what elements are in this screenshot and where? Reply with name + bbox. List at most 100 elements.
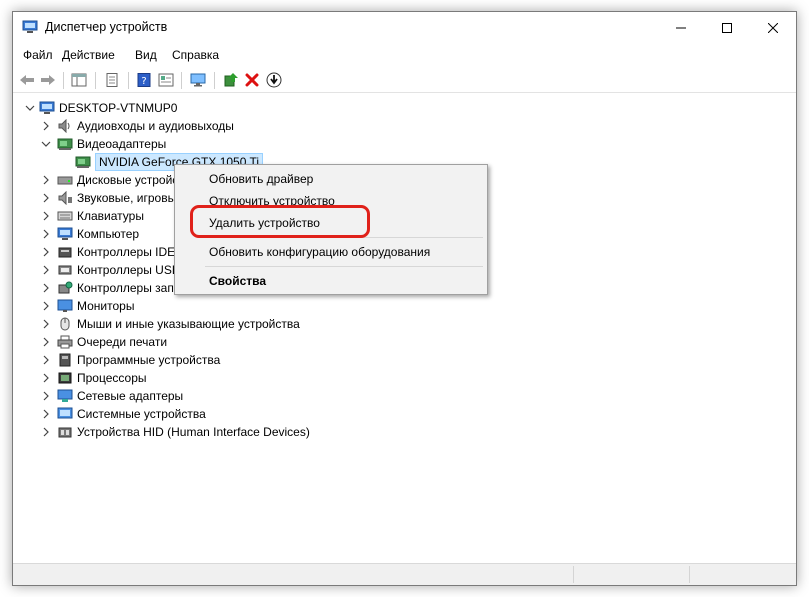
close-button[interactable] <box>750 12 796 44</box>
toolbar-separator <box>128 72 129 89</box>
printer-icon <box>57 335 73 349</box>
tree-category-item[interactable]: Клавиатуры <box>57 207 144 225</box>
show-hide-tree-button[interactable] <box>69 70 89 90</box>
menu-bar: Файл Действие Вид Справка <box>13 45 796 65</box>
download-circle-icon <box>266 72 282 88</box>
update-driver-icon <box>224 73 238 87</box>
chevron-down-icon[interactable] <box>41 139 51 149</box>
disk-drive-icon <box>57 176 73 185</box>
chevron-down-icon[interactable] <box>25 103 35 113</box>
display-adapter-icon <box>75 156 91 168</box>
minimize-button[interactable] <box>658 12 704 44</box>
tree-item-label: Аудиовходы и аудиовыходы <box>77 119 234 133</box>
toolbar-separator <box>214 72 215 89</box>
mouse-icon <box>60 317 70 331</box>
back-arrow-icon <box>20 75 34 85</box>
toolbar: ? <box>13 67 796 93</box>
uninstall-toolbar-button[interactable] <box>242 70 262 90</box>
sound-icon <box>58 191 72 205</box>
tree-category-item[interactable]: Системные устройства <box>57 405 206 423</box>
monitor-scan-icon <box>190 73 206 87</box>
svg-text:?: ? <box>141 76 146 87</box>
processor-icon <box>58 372 72 384</box>
title-bar: Диспетчер устройств <box>13 12 796 44</box>
chevron-right-icon[interactable] <box>41 319 51 329</box>
help-toolbar-button[interactable]: ? <box>134 70 154 90</box>
display-adapter-icon <box>57 138 73 150</box>
update-driver-toolbar-button[interactable] <box>221 70 241 90</box>
usb-controller-icon <box>58 265 72 275</box>
maximize-button[interactable] <box>704 12 750 44</box>
chevron-right-icon[interactable] <box>41 175 51 185</box>
tree-category-item[interactable]: Очереди печати <box>57 333 167 351</box>
chevron-right-icon[interactable] <box>41 337 51 347</box>
view-toolbar-button[interactable] <box>156 70 176 90</box>
chevron-right-icon[interactable] <box>41 301 51 311</box>
tree-item-label: Устройства HID (Human Interface Devices) <box>77 425 310 439</box>
console-tree-icon <box>71 73 87 87</box>
highlight-annotation <box>190 205 370 238</box>
tree-category-item[interactable]: Контроллеры USB <box>57 261 180 279</box>
tree-item-label: Сетевые адаптеры <box>77 389 184 403</box>
chevron-right-icon[interactable] <box>41 427 51 437</box>
properties-toolbar-button[interactable] <box>102 70 122 90</box>
tree-category-item[interactable]: Устройства HID (Human Interface Devices) <box>57 423 310 441</box>
chevron-right-icon[interactable] <box>41 283 51 293</box>
chevron-right-icon[interactable] <box>41 373 51 383</box>
properties-icon <box>106 73 118 87</box>
tree-root-label: DESKTOP-VTNMUP0 <box>59 101 178 115</box>
tree-item-label: Системные устройства <box>77 407 206 421</box>
tree-category-item[interactable]: Программные устройства <box>57 351 220 369</box>
toolbar-separator <box>181 72 182 89</box>
tree-item-label: Компьютер <box>77 227 140 241</box>
software-device-icon <box>59 353 71 367</box>
chevron-right-icon[interactable] <box>41 229 51 239</box>
speaker-icon <box>58 119 70 133</box>
scan-hardware-menu-item[interactable]: Обновить конфигурацию оборудования <box>209 245 430 259</box>
menu-action[interactable]: Действие <box>62 48 115 62</box>
tree-category-item[interactable]: Аудиовходы и аудиовыходы <box>57 117 234 135</box>
chevron-right-icon[interactable] <box>41 247 51 257</box>
toolbar-separator <box>63 72 64 89</box>
back-button[interactable] <box>17 70 37 90</box>
menu-view[interactable]: Вид <box>135 48 157 62</box>
status-bar <box>13 563 796 585</box>
hid-icon <box>58 427 72 438</box>
chevron-right-icon[interactable] <box>41 409 51 419</box>
device-manager-window: Диспетчер устройств Файл Действие Вид Сп… <box>12 11 797 586</box>
tree-item-label: Программные устройства <box>77 353 221 367</box>
tree-category-item[interactable]: Компьютер <box>57 225 139 243</box>
tree-item-label: Видеоадаптеры <box>77 137 167 151</box>
menu-help[interactable]: Справка <box>172 48 219 62</box>
chevron-right-icon[interactable] <box>41 391 51 401</box>
update-driver-menu-item[interactable]: Обновить драйвер <box>209 172 313 186</box>
menu-separator <box>205 266 483 267</box>
tree-item-label: Очереди печати <box>77 335 168 349</box>
chevron-right-icon[interactable] <box>41 265 51 275</box>
enable-device-toolbar-button[interactable] <box>264 70 284 90</box>
help-icon: ? <box>137 73 151 87</box>
forward-button[interactable] <box>38 70 58 90</box>
tree-item-label: Процессоры <box>77 371 147 385</box>
chevron-right-icon[interactable] <box>41 355 51 365</box>
tree-category-item[interactable]: Сетевые адаптеры <box>57 387 183 405</box>
chevron-right-icon[interactable] <box>41 193 51 203</box>
tree-category-item[interactable]: Мониторы <box>57 297 134 315</box>
scan-hardware-toolbar-button[interactable] <box>188 70 208 90</box>
tree-root[interactable]: DESKTOP-VTNMUP0 <box>39 99 177 117</box>
menu-file[interactable]: Файл <box>23 48 53 62</box>
window-title: Диспетчер устройств <box>45 20 168 34</box>
tree-item-label: Контроллеры USB <box>77 263 180 277</box>
tree-item-label: Клавиатуры <box>77 209 144 223</box>
properties-menu-item[interactable]: Свойства <box>209 274 266 288</box>
tree-category-item[interactable]: Видеоадаптеры <box>57 135 166 153</box>
view-resources-icon <box>158 73 174 87</box>
toolbar-separator <box>95 72 96 89</box>
tree-category-item[interactable]: Процессоры <box>57 369 147 387</box>
chevron-right-icon[interactable] <box>41 121 51 131</box>
tree-category-item[interactable]: Мыши и иные указывающие устройства <box>57 315 300 333</box>
chevron-right-icon[interactable] <box>41 211 51 221</box>
system-device-icon <box>57 407 73 419</box>
device-manager-app-icon <box>22 20 38 33</box>
ide-controller-icon <box>58 247 72 258</box>
